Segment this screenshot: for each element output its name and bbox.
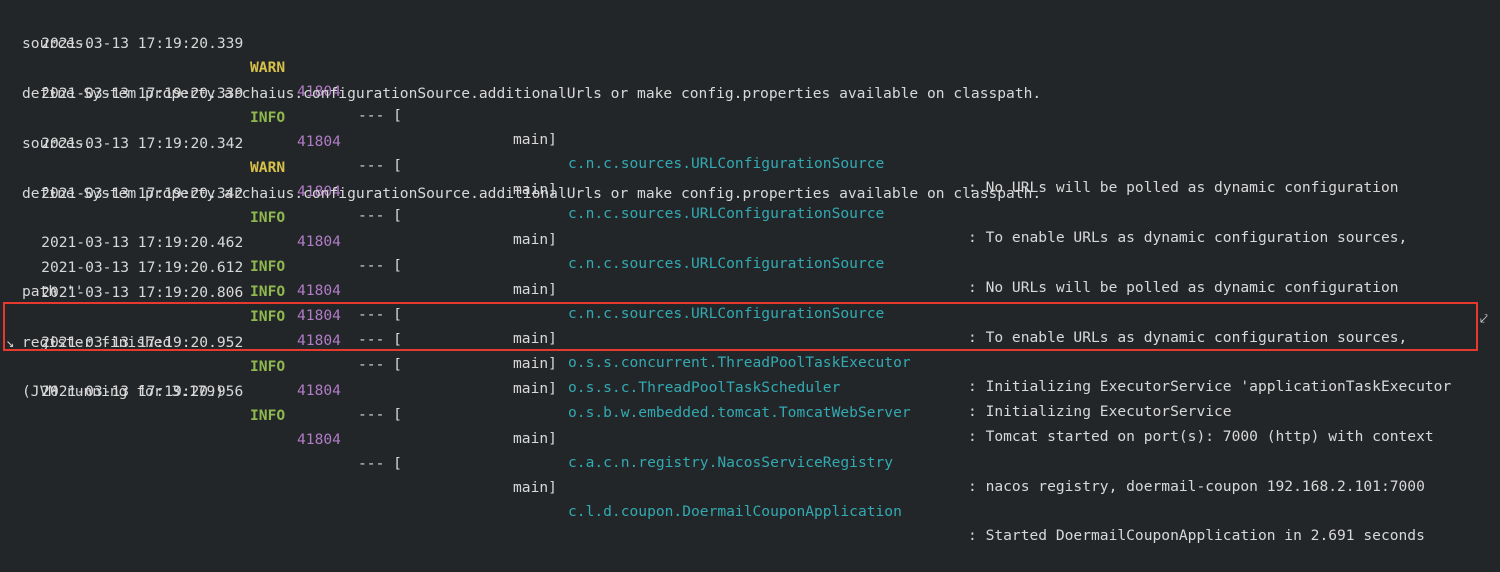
wrap-arrow-icon: ⤦ [1480,311,1488,327]
log-level: INFO [250,258,286,275]
log-pid: 41804 [297,233,341,250]
log-level: INFO [250,109,286,126]
log-level: WARN [250,59,286,76]
log-pid: 41804 [297,431,341,448]
log-thread: main] [513,231,557,248]
log-logger: c.n.c.sources.URLConfigurationSource [568,155,885,172]
log-line: 2021-03-13 17:19:20.612 INFO 41804 --- [… [6,232,1231,420]
log-message: : Initializing ExecutorService 'applicat… [968,378,1452,395]
log-separator: --- [ [358,207,402,224]
log-line: 2021-03-13 17:19:20.339 WARN 41804 --- [… [6,8,1398,196]
log-pid: 41804 [297,382,341,399]
log-logger: c.n.c.sources.URLConfigurationSource [568,255,885,272]
log-logger: o.s.s.c.ThreadPoolTaskScheduler [568,379,841,396]
log-separator: --- [ [358,157,402,174]
log-line: 2021-03-13 17:19:20.806 INFO 41804 --- [… [6,257,1434,445]
log-level: INFO [250,283,286,300]
log-message: : No URLs will be polled as dynamic conf… [968,279,1399,296]
log-thread: main] [513,380,557,397]
clipped-top-line: ------- [230,0,292,5]
console-output[interactable]: ------- 2021-03-13 17:19:20.339 WARN 418… [0,0,1500,544]
log-pid: 41804 [297,282,341,299]
log-line: 2021-03-13 17:19:20.956 INFO 41804 --- [… [6,356,1425,544]
log-separator: --- [ [358,406,402,423]
log-message: : nacos registry, doermail-coupon 192.16… [968,478,1425,495]
log-continuation: (JVM running for 3.179) [22,383,225,400]
log-level: INFO [250,358,286,375]
log-logger: c.a.c.n.registry.NacosServiceRegistry [568,454,894,471]
log-line: 2021-03-13 17:19:20.342 WARN 41804 --- [… [6,108,1398,296]
log-line: 2021-03-13 17:19:20.462 INFO 41804 --- [… [6,207,1451,395]
log-thread: main] [513,131,557,148]
highlight-box [3,302,1478,351]
log-pid: 41804 [297,133,341,150]
log-separator: --- [ [358,257,402,274]
log-separator: --- [ [358,455,402,472]
log-logger: o.s.b.w.embedded.tomcat.TomcatWebServer [568,404,911,421]
log-separator: --- [ [358,107,402,124]
log-thread: main] [513,281,557,298]
log-message: : To enable URLs as dynamic configuratio… [968,229,1408,246]
log-message: : Started DoermailCouponApplication in 2… [968,527,1425,544]
log-separator: --- [ [358,356,402,373]
log-continuation: define System property archaius.configur… [22,85,1042,102]
log-thread: main] [513,355,557,372]
log-logger: c.l.d.coupon.DoermailCouponApplication [568,503,902,520]
log-continuation: sources. [22,135,93,152]
log-message: : Initializing ExecutorService [968,403,1232,420]
log-continuation: define System property archaius.configur… [22,185,1042,202]
log-logger: o.s.s.concurrent.ThreadPoolTaskExecutor [568,354,911,371]
log-level: INFO [250,209,286,226]
log-line: 2021-03-13 17:19:20.342 INFO 41804 --- [… [6,158,1407,346]
log-thread: main] [513,430,557,447]
log-level: WARN [250,159,286,176]
log-level: INFO [250,407,286,424]
log-thread: main] [513,479,557,496]
log-continuation: path '' [22,283,84,300]
log-line: 2021-03-13 17:19:20.339 INFO 41804 --- [… [6,58,1407,246]
log-continuation: sources. [22,35,93,52]
log-message: : Tomcat started on port(s): 7000 (http)… [968,428,1434,445]
